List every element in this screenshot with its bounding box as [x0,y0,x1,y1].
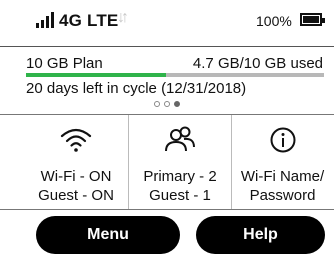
connected-devices-tile[interactable]: Primary - 2 Guest - 1 [128,115,232,209]
data-activity-icon: ↓↑ [117,9,129,26]
usage-progress-bar [26,73,324,77]
wifi-name-label: Wi-Fi Name/ [240,168,325,185]
network-type: 4G LTE [59,11,119,30]
guest-devices-label: Guest - 1 [149,187,211,204]
users-icon [165,126,195,152]
wifi-status-tile[interactable]: Wi-Fi - ON Guest - ON [24,115,128,209]
guest-status-label: Guest - ON [38,187,114,204]
battery-icon [300,13,325,26]
info-icon [270,127,295,153]
wifi-icon [60,128,92,152]
page-dot[interactable] [164,101,170,107]
usage-progress-fill [26,73,167,77]
help-button[interactable]: Help [196,216,325,254]
plan-usage: 4.7 GB/10 GB used [192,55,323,72]
battery-percent: 100% [256,13,292,29]
page-indicator[interactable] [0,101,334,107]
wifi-name-password-tile[interactable]: Wi-Fi Name/ Password [231,115,334,209]
battery-fill [303,16,319,23]
wifi-status-label: Wi-Fi - ON [40,168,112,185]
page-dot[interactable] [174,101,180,107]
menu-button[interactable]: Menu [36,216,180,254]
status-bar: 4G LTE ↓↑ 100% [0,0,334,46]
password-label: Password [249,187,316,204]
signal-strength-icon [36,12,54,28]
plan-name: 10 GB Plan [26,55,103,72]
divider [0,46,334,47]
billing-cycle-text: 20 days left in cycle (12/31/2018) [26,80,247,97]
primary-devices-label: Primary - 2 [143,168,217,185]
quick-tiles: Wi-Fi - ON Guest - ON Primary - 2 Guest … [0,114,334,210]
page-dot[interactable] [154,101,160,107]
